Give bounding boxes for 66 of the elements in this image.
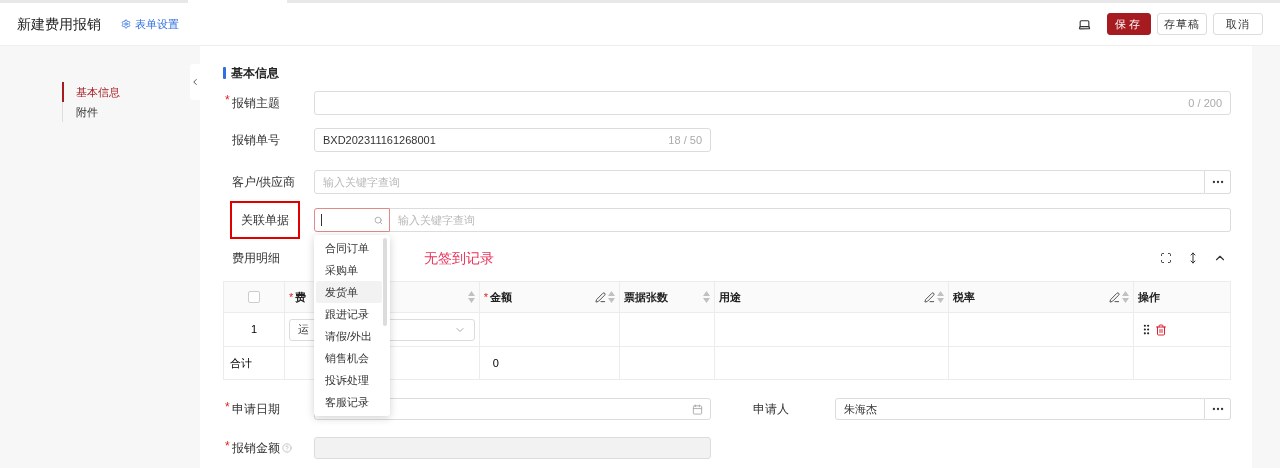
sidebar-item[interactable]: 基本信息 [62,82,120,102]
edit-icon[interactable] [924,291,936,303]
dropdown-item[interactable]: 投诉处理 [316,369,382,391]
fullscreen-icon[interactable] [1160,252,1172,264]
form-settings-link[interactable]: 表单设置 [121,15,179,33]
row-number: 1 [250,322,258,338]
char-counter: 0 / 200 [1188,95,1222,111]
more-button[interactable] [1205,398,1231,420]
help-icon[interactable] [282,443,292,453]
search-field[interactable]: 输入关键字查询 [314,170,1205,194]
toolbar-button[interactable]: 取消 [1213,13,1263,35]
required-mark: * [288,289,294,305]
total-label: 合计 [230,355,252,371]
toolbar-button[interactable]: 保存 [1107,13,1151,35]
field-label: 申请人 [753,401,789,418]
edit-icon[interactable] [594,291,606,303]
field-label: 报销金额 [232,440,280,457]
field-label: 报销主题 [232,95,280,112]
dropdown-item[interactable]: 合同订单 [316,237,382,259]
collapse-button[interactable] [190,64,200,100]
page-title: 新建费用报销 [17,14,101,34]
keyword-field[interactable]: 输入关键字查询 [390,208,1231,232]
scrollbar[interactable] [383,238,387,326]
type-search-field[interactable] [314,208,390,232]
column-title: 操作 [1138,289,1161,305]
sort-icon[interactable] [467,291,475,303]
field-label: 申请日期 [232,401,280,418]
total-amount: 0 [492,355,499,371]
column-title: 票据张数 [623,289,668,305]
dropdown-item[interactable]: 跟进记录 [316,303,382,325]
sidebar-item[interactable]: 附件 [62,102,98,122]
field-label: 报销单号 [232,132,280,149]
column-title: 税率 [953,289,976,305]
more-button[interactable] [1205,170,1231,194]
field-label: 关联单据 [232,203,298,237]
edit-icon[interactable] [1109,291,1121,303]
dropdown-item[interactable]: 客服记录 [316,391,382,413]
dropdown-item[interactable]: 发货单 [316,281,382,303]
required-mark: * [225,438,230,455]
dropdown-item[interactable]: 销售机会 [316,347,382,369]
column-title: 金额 [490,289,513,305]
section-marker [223,67,226,79]
required-mark: * [225,399,230,416]
required-mark: * [483,289,489,305]
details-title: 费用明细 [232,250,280,267]
applicant-field[interactable]: 朱海杰 [835,398,1205,420]
laptop-icon[interactable] [1078,17,1091,31]
column-title: 费 [295,289,307,305]
toolbar-button[interactable]: 存草稿 [1157,13,1207,35]
search-icon [374,215,383,225]
field-label: 客户/供应商 [232,174,296,191]
settings-icon [121,19,131,29]
calendar-icon [692,403,703,415]
chevron-left-icon [190,76,200,88]
required-mark: * [225,92,230,109]
section-title: 基本信息 [231,65,279,82]
field-value: BXD202311161268001 [323,132,437,148]
column-title: 用途 [718,289,741,305]
empty-message: 无签到记录 [424,248,494,268]
delete-icon[interactable] [1155,323,1168,336]
sort-icon[interactable] [702,291,710,303]
dropdown-item[interactable]: 请假/外出 [316,325,382,347]
text-field[interactable]: BXD202311161268001 18 / 50 [314,128,711,152]
char-counter: 18 / 50 [668,132,702,148]
dropdown-item[interactable]: 采购单 [316,259,382,281]
checkbox[interactable] [247,291,260,303]
